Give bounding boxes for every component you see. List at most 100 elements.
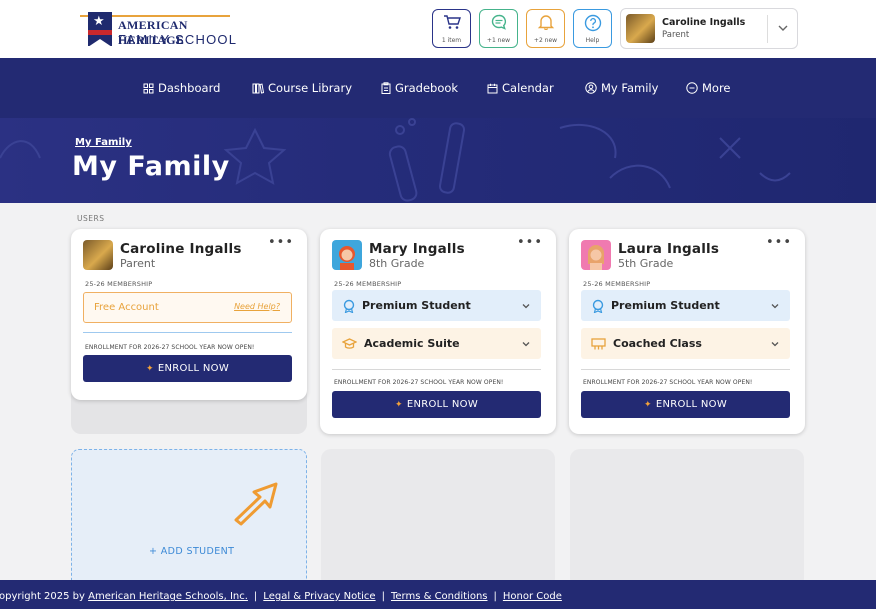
help-icon bbox=[584, 14, 601, 32]
plan-dropdown[interactable]: Premium Student bbox=[332, 290, 541, 321]
enrollment-note: ENROLLMENT FOR 2026-27 SCHOOL YEAR NOW O… bbox=[334, 379, 504, 386]
avatar bbox=[332, 240, 362, 270]
clipboard-icon bbox=[381, 82, 391, 94]
nav-course-library[interactable]: Course Library bbox=[252, 80, 352, 96]
notifications-count: +2 new bbox=[533, 37, 558, 44]
sparkle-icon: ✦ bbox=[643, 399, 652, 410]
page-title: My Family bbox=[72, 151, 230, 182]
sparkle-icon: ✦ bbox=[394, 399, 403, 410]
user-card-grade: 5th Grade bbox=[618, 257, 674, 270]
nav-my-family-label: My Family bbox=[601, 81, 659, 95]
notifications-button[interactable]: +2 new bbox=[526, 9, 565, 48]
minus-circle-icon bbox=[686, 82, 698, 94]
divider bbox=[581, 369, 790, 370]
top-header: ★ AMERICAN HERITAGE FAMILY SCHOOL 1 item… bbox=[0, 0, 876, 58]
user-card-mary: Mary Ingalls 8th Grade ••• 25-26 MEMBERS… bbox=[320, 229, 556, 434]
nav-dashboard[interactable]: Dashboard bbox=[143, 80, 220, 96]
badge-icon bbox=[592, 299, 604, 313]
badge-icon bbox=[343, 299, 355, 313]
user-card-grade: 8th Grade bbox=[369, 257, 425, 270]
more-options-icon[interactable]: ••• bbox=[517, 235, 543, 250]
sparkle-icon: ✦ bbox=[145, 363, 154, 374]
add-student-button[interactable]: + ADD STUDENT bbox=[71, 449, 307, 589]
empty-card-slot bbox=[570, 449, 804, 589]
breadcrumb[interactable]: My Family bbox=[75, 137, 132, 148]
nav-calendar-label: Calendar bbox=[502, 81, 554, 95]
user-card-caroline: Caroline Ingalls Parent ••• 25-26 MEMBER… bbox=[71, 229, 307, 400]
nav-more[interactable]: More bbox=[686, 80, 731, 96]
membership-label: 25-26 MEMBERSHIP bbox=[334, 280, 402, 288]
addon-dropdown[interactable]: Academic Suite bbox=[332, 328, 541, 359]
divider bbox=[83, 332, 292, 333]
footer: Copyright 2025 by American Heritage Scho… bbox=[0, 580, 876, 609]
free-account-box: Free Account Need Help? bbox=[83, 292, 292, 323]
free-account-label: Free Account bbox=[94, 302, 159, 313]
arrow-pointer-icon bbox=[234, 482, 278, 526]
cart-icon bbox=[443, 15, 461, 29]
company-link[interactable]: American Heritage Schools, Inc. bbox=[88, 591, 248, 602]
help-label: Help bbox=[585, 37, 600, 44]
student-avatar-icon bbox=[588, 245, 604, 270]
user-card-role: Parent bbox=[120, 257, 156, 270]
user-card-name: Laura Ingalls bbox=[618, 241, 720, 257]
logo-line2: FAMILY SCHOOL bbox=[118, 32, 238, 47]
enroll-now-button[interactable]: ✦ ENROLL NOW bbox=[581, 391, 790, 418]
honor-code-link[interactable]: Honor Code bbox=[503, 591, 562, 602]
need-help-link[interactable]: Need Help? bbox=[234, 302, 280, 311]
cart-button[interactable]: 1 item bbox=[432, 9, 471, 48]
user-card-laura: Laura Ingalls 5th Grade ••• 25-26 MEMBER… bbox=[569, 229, 805, 434]
addon-label: Academic Suite bbox=[364, 337, 460, 350]
enroll-now-button[interactable]: ✦ ENROLL NOW bbox=[332, 391, 541, 418]
bell-icon bbox=[537, 15, 554, 30]
footer-separator: | bbox=[381, 591, 385, 602]
enroll-now-label: ENROLL NOW bbox=[655, 399, 728, 410]
chevron-down-icon bbox=[771, 342, 779, 347]
books-icon bbox=[252, 83, 264, 94]
copyright-text: Copyright 2025 by bbox=[0, 591, 85, 602]
user-role: Parent bbox=[662, 30, 690, 40]
cart-count: 1 item bbox=[441, 37, 462, 44]
membership-label: 25-26 MEMBERSHIP bbox=[583, 280, 651, 288]
user-card-name: Caroline Ingalls bbox=[120, 241, 242, 257]
dashboard-icon bbox=[143, 83, 154, 93]
enrollment-note: ENROLLMENT FOR 2026-27 SCHOOL YEAR NOW O… bbox=[583, 379, 753, 386]
addon-dropdown[interactable]: Coached Class bbox=[581, 328, 790, 359]
chevron-down-icon bbox=[771, 304, 779, 309]
chevron-down-icon bbox=[522, 342, 530, 347]
plan-dropdown[interactable]: Premium Student bbox=[581, 290, 790, 321]
nav-gradebook[interactable]: Gradebook bbox=[381, 80, 458, 96]
chat-icon bbox=[491, 14, 506, 30]
avatar bbox=[83, 240, 113, 270]
chevron-down-icon[interactable] bbox=[777, 22, 789, 34]
more-options-icon[interactable]: ••• bbox=[268, 235, 294, 250]
student-avatar-icon bbox=[339, 246, 355, 270]
graduation-cap-icon bbox=[342, 337, 357, 349]
enroll-now-button[interactable]: ✦ ENROLL NOW bbox=[83, 355, 292, 382]
calendar-icon bbox=[487, 83, 498, 93]
plan-label: Premium Student bbox=[611, 299, 720, 312]
page-hero: My Family My Family bbox=[0, 118, 876, 203]
nav-my-family[interactable]: My Family bbox=[585, 80, 658, 96]
user-menu-divider bbox=[767, 15, 768, 43]
classroom-icon bbox=[591, 337, 606, 349]
nav-more-label: More bbox=[702, 81, 731, 95]
plan-label: Premium Student bbox=[362, 299, 471, 312]
terms-link[interactable]: Terms & Conditions bbox=[391, 591, 488, 602]
footer-separator: | bbox=[493, 591, 497, 602]
more-options-icon[interactable]: ••• bbox=[766, 235, 792, 250]
users-section-label: USERS bbox=[77, 214, 105, 223]
nav-calendar[interactable]: Calendar bbox=[487, 80, 554, 96]
avatar bbox=[626, 14, 655, 43]
membership-label: 25-26 MEMBERSHIP bbox=[85, 280, 153, 288]
messages-button[interactable]: +1 new bbox=[479, 9, 518, 48]
user-menu[interactable]: Caroline Ingalls Parent bbox=[620, 8, 798, 49]
main-nav: Dashboard Course Library Gradebook Calen… bbox=[0, 58, 876, 118]
footer-separator: | bbox=[253, 591, 258, 602]
add-student-label: + ADD STUDENT bbox=[149, 546, 235, 557]
chevron-down-icon bbox=[522, 304, 530, 309]
legal-privacy-link[interactable]: Legal & Privacy Notice bbox=[263, 591, 375, 602]
school-logo[interactable]: ★ AMERICAN HERITAGE FAMILY SCHOOL bbox=[80, 12, 240, 48]
enroll-now-label: ENROLL NOW bbox=[406, 399, 479, 410]
messages-count: +1 new bbox=[486, 37, 511, 44]
help-button[interactable]: Help bbox=[573, 9, 612, 48]
